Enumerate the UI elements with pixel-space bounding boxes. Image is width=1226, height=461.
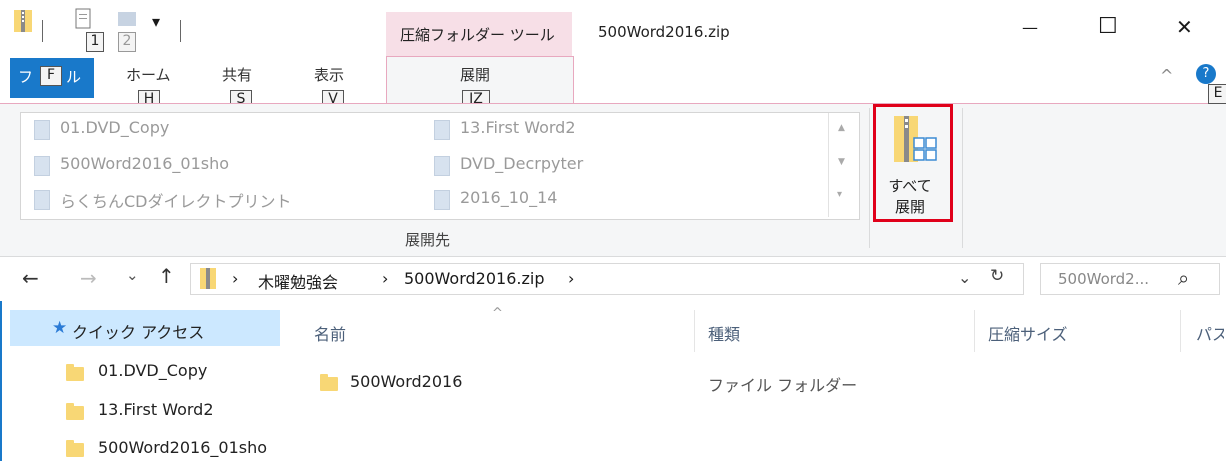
folder-icon bbox=[434, 120, 450, 140]
window-title: 500Word2016.zip bbox=[598, 23, 730, 41]
folder-icon bbox=[66, 440, 84, 457]
search-input[interactable]: 500Word2... bbox=[1058, 270, 1149, 288]
maximize-button[interactable]: ☐ bbox=[1098, 14, 1118, 39]
context-tab-label: 圧縮フォルダー ツール bbox=[400, 26, 555, 44]
nav-item[interactable]: 01.DVD_Copy bbox=[98, 361, 207, 380]
star-icon: ★ bbox=[52, 318, 68, 338]
destination-item[interactable]: 2016_10_14 bbox=[460, 188, 557, 207]
tab-share[interactable]: 共有 bbox=[222, 64, 252, 85]
column-header-name[interactable]: 名前 bbox=[314, 321, 346, 345]
address-dropdown-icon[interactable]: ⌄ bbox=[958, 268, 971, 287]
column-separator[interactable] bbox=[1180, 310, 1181, 352]
window-edge bbox=[0, 301, 2, 461]
group-label-destination: 展開先 bbox=[405, 231, 451, 249]
column-separator[interactable] bbox=[974, 310, 975, 352]
extract-all-icon bbox=[892, 114, 938, 166]
group-separator bbox=[869, 108, 870, 248]
destination-item[interactable]: DVD_Decrpyter bbox=[460, 154, 583, 173]
tab-extract-label: 展開 bbox=[460, 66, 491, 84]
extract-all-label: すべて 展開 bbox=[885, 176, 935, 218]
breadcrumb-item[interactable]: 500Word2016.zip bbox=[404, 269, 544, 288]
search-icon[interactable]: ⌕ bbox=[1178, 266, 1189, 290]
destination-item[interactable]: 500Word2016_01sho bbox=[60, 154, 229, 173]
gallery-more-icon[interactable]: ▾ bbox=[837, 189, 842, 200]
folder-icon bbox=[66, 364, 84, 381]
qat-dropdown-icon[interactable]: ▾ bbox=[152, 12, 160, 31]
column-header-path[interactable]: パス bbox=[1196, 321, 1224, 345]
file-type: ファイル フォルダー bbox=[708, 376, 858, 395]
qat-separator-2 bbox=[180, 20, 181, 42]
destination-item[interactable]: 01.DVD_Copy bbox=[60, 118, 169, 137]
zip-location-icon bbox=[200, 267, 216, 289]
folder-icon bbox=[434, 190, 450, 210]
tab-file-keytip: F bbox=[40, 66, 62, 86]
properties-icon[interactable] bbox=[74, 8, 94, 30]
folder-icon bbox=[66, 403, 84, 420]
zip-folder-icon[interactable] bbox=[14, 8, 32, 32]
nav-quick-access-label: クイック アクセス bbox=[72, 323, 205, 342]
tab-view[interactable]: 表示 bbox=[314, 64, 344, 85]
tab-home[interactable]: ホーム bbox=[126, 64, 171, 85]
extract-all-line1: すべて bbox=[888, 177, 932, 195]
refresh-icon[interactable]: ↻ bbox=[990, 266, 1004, 286]
help-icon[interactable]: ? bbox=[1196, 64, 1216, 84]
file-name[interactable]: 500Word2016 bbox=[350, 372, 462, 391]
folder-icon bbox=[34, 190, 50, 210]
breadcrumb-item[interactable]: 木曜勉強会 bbox=[258, 269, 338, 293]
destination-item[interactable]: 13.First Word2 bbox=[460, 118, 576, 137]
column-header-compressed-size[interactable]: 圧縮サイズ bbox=[988, 321, 1068, 345]
tab-file-label-a: フ bbox=[18, 68, 34, 86]
collapse-ribbon-icon[interactable]: ^ bbox=[1160, 66, 1173, 85]
breadcrumb-sep[interactable]: › bbox=[568, 269, 574, 288]
gallery-scrollbar[interactable]: ▲ ▼ ▾ bbox=[828, 113, 857, 217]
breadcrumb-sep[interactable]: › bbox=[232, 269, 238, 288]
folder-icon bbox=[34, 120, 50, 140]
tab-file-label-b: ル bbox=[66, 68, 82, 86]
folder-icon bbox=[34, 156, 50, 176]
extract-all-line2: 展開 bbox=[894, 198, 925, 216]
breadcrumb-sep[interactable]: › bbox=[382, 269, 388, 288]
column-header-type[interactable]: 種類 bbox=[708, 321, 740, 345]
close-button[interactable]: ✕ bbox=[1176, 15, 1193, 39]
folder-icon bbox=[320, 374, 338, 391]
qat-keytip-2: 2 bbox=[118, 32, 136, 52]
forward-button[interactable]: → bbox=[80, 266, 97, 290]
new-folder-icon[interactable] bbox=[116, 8, 138, 30]
sort-indicator-icon: ^ bbox=[492, 306, 503, 321]
destination-item[interactable]: らくちんCDダイレクトプリント bbox=[60, 188, 292, 212]
back-button[interactable]: ← bbox=[22, 266, 39, 290]
nav-item[interactable]: 13.First Word2 bbox=[98, 400, 214, 419]
scroll-down-icon[interactable]: ▼ bbox=[838, 157, 845, 167]
up-button[interactable]: ↑ bbox=[158, 264, 175, 288]
help-keytip: E bbox=[1208, 84, 1226, 104]
nav-item[interactable]: 500Word2016_01sho bbox=[98, 438, 278, 457]
folder-icon bbox=[434, 156, 450, 176]
recent-locations-button[interactable]: ⌄ bbox=[126, 266, 139, 284]
qat-separator bbox=[42, 20, 43, 42]
qat-keytip-1: 1 bbox=[86, 32, 104, 52]
column-separator[interactable] bbox=[694, 310, 695, 352]
minimize-button[interactable]: — bbox=[1022, 18, 1038, 37]
group-separator bbox=[962, 108, 963, 248]
scroll-up-icon[interactable]: ▲ bbox=[838, 123, 845, 133]
